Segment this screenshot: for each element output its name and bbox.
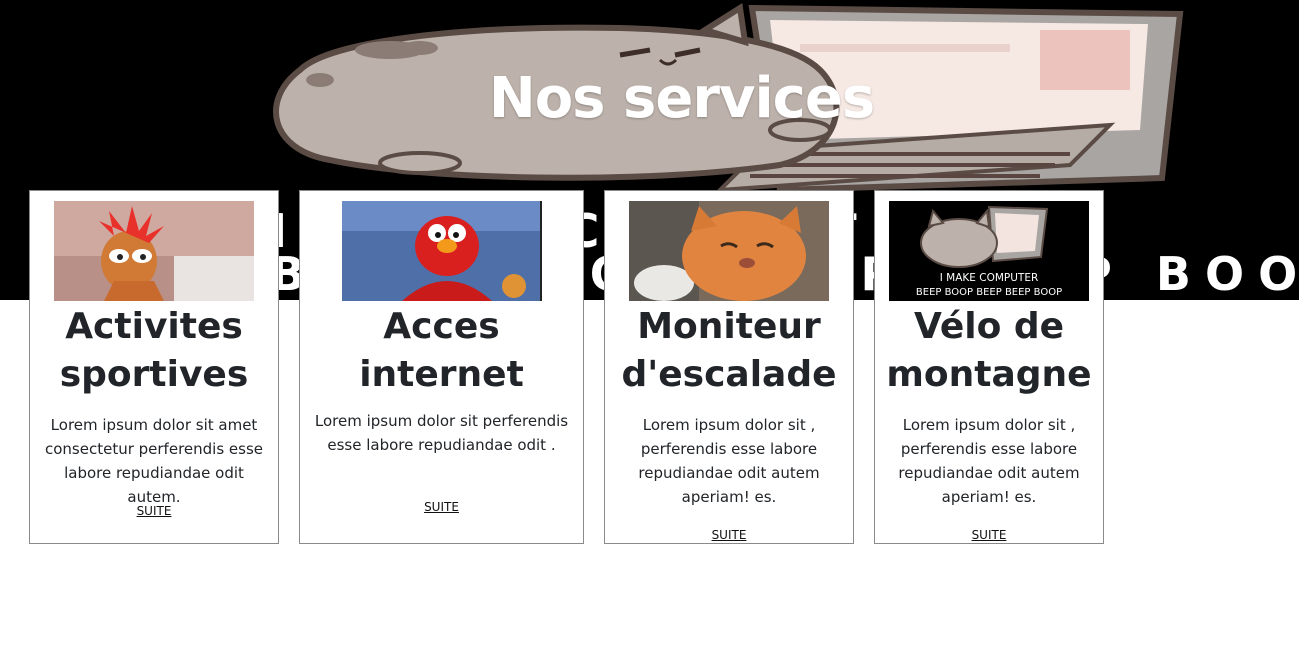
card-title: Vélo de montagne [886,306,1092,395]
page-title: Nos services [488,66,875,131]
suite-link[interactable]: SUITE [30,504,278,518]
card-text: Lorem ipsum dolor sit , perferendis esse… [898,416,1080,506]
service-card-internet: Acces internet Lorem ipsum dolor sit per… [299,190,584,544]
card-title: Moniteur d'escalade [621,306,837,395]
card-text: Lorem ipsum dolor sit , perferendis esse… [638,416,820,506]
service-card-velo: I MAKE COMPUTER BEEP BOOP BEEP BEEP BOOP… [874,190,1104,544]
card-text: Lorem ipsum dolor sit amet consectetur p… [44,416,263,506]
red-haired-puppet-image [54,201,254,301]
cat-laptop-image: I MAKE COMPUTER BEEP BOOP BEEP BEEP BOOP [889,201,1089,301]
service-card-escalade: Moniteur d'escalade Lorem ipsum dolor si… [604,190,854,544]
suite-link[interactable]: SUITE [300,500,583,514]
card-title: Activites sportives [59,306,249,395]
card-title: Acces internet [359,306,524,395]
cat-caption-line-1: I MAKE COMPUTER [940,272,1039,284]
card-text: Lorem ipsum dolor sit perferendis esse l… [314,412,569,454]
orange-cat-photo [629,201,829,301]
suite-link[interactable]: SUITE [875,528,1103,542]
cat-caption-line-2: BEEP BOOP BEEP BEEP BOOP [916,287,1062,298]
suite-link[interactable]: SUITE [605,528,853,542]
service-card-sportives: Activites sportives Lorem ipsum dolor si… [29,190,279,544]
red-furry-puppet-image [341,201,542,301]
